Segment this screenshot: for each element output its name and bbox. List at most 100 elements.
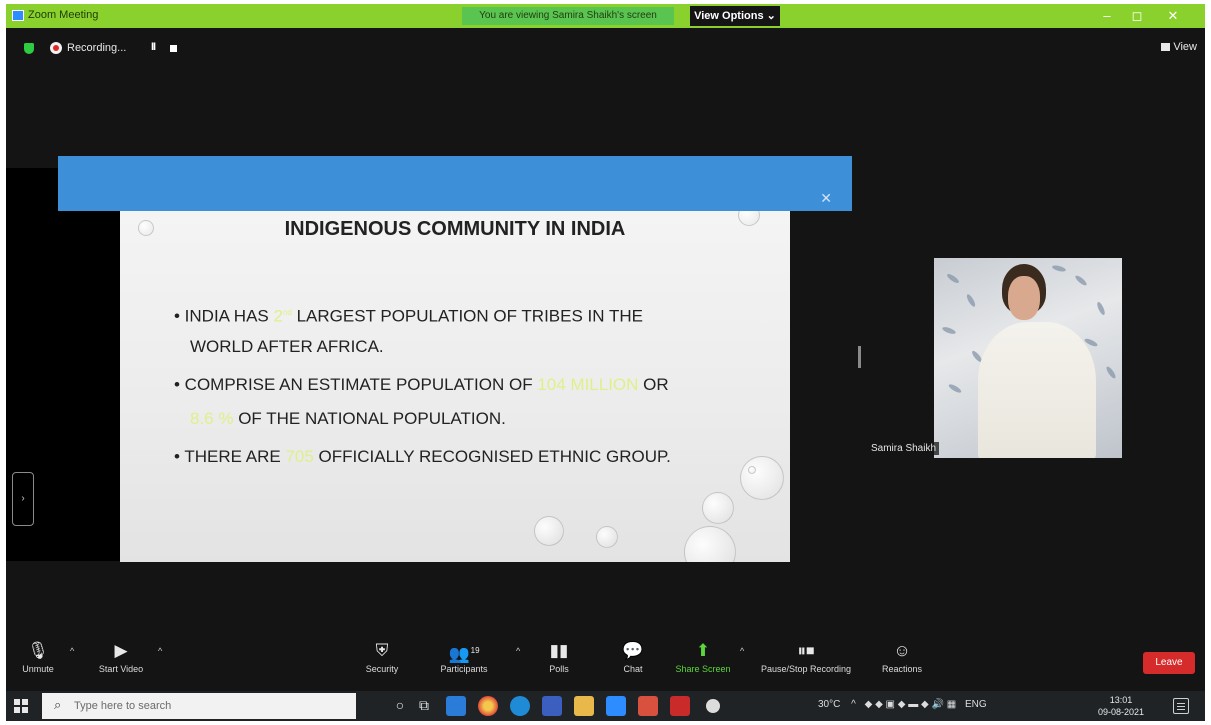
video-options-caret[interactable]: ^ <box>158 646 162 656</box>
highlight-text: 705 <box>285 447 314 466</box>
participants-button[interactable]: 👥19 Participants ^ <box>430 640 520 674</box>
bullet-text: OR <box>638 375 669 394</box>
taskbar-app-icon[interactable] <box>446 696 466 716</box>
water-drop-decoration <box>702 492 734 524</box>
side-panel-toggle[interactable]: › <box>12 472 34 526</box>
photos-icon[interactable] <box>638 696 658 716</box>
pause-recording-icon[interactable]: II <box>151 41 156 53</box>
unmute-button[interactable]: 🎙 Unmute ^ <box>10 640 74 674</box>
bullet-india-tribes: • INDIA HAS 2nd LARGEST POPULATION OF TR… <box>174 296 643 334</box>
water-drop-decoration <box>748 466 756 474</box>
chrome-icon[interactable] <box>478 696 498 716</box>
bullet-india-tribes-line2: WORLD AFTER AFRICA. <box>190 337 384 356</box>
edge-icon[interactable] <box>510 696 530 716</box>
language-indicator[interactable]: ENG <box>965 699 987 710</box>
taskbar-search-box[interactable]: ⌕ Type here to search <box>42 693 356 719</box>
recording-bar: Recording... II View <box>6 38 1205 60</box>
close-icon[interactable]: ✕ <box>820 190 832 207</box>
participant-video[interactable] <box>934 258 1122 458</box>
reactions-label: Reactions <box>881 664 923 674</box>
water-drop-decoration <box>596 526 618 548</box>
polls-button[interactable]: ▮▮ Polls <box>534 640 584 674</box>
minimize-button[interactable]: – <box>1092 6 1122 26</box>
chat-icon: 💬 <box>622 641 644 660</box>
view-button[interactable]: View <box>1161 41 1197 53</box>
person-body <box>978 322 1096 458</box>
chevron-down-icon: ⌄ <box>766 10 776 22</box>
share-screen-button[interactable]: ⬆ Share Screen ^ <box>670 640 744 674</box>
participant-name-label: Samira Shaikh <box>868 442 940 455</box>
zoom-app-icon <box>12 10 24 21</box>
bullet-text: • INDIA HAS <box>174 306 274 326</box>
task-view-icon[interactable]: ⧉ <box>414 697 434 714</box>
notification-center-icon[interactable] <box>1173 698 1189 714</box>
cortana-icon[interactable]: ○ <box>390 697 410 713</box>
leave-button[interactable]: Leave <box>1143 652 1195 674</box>
highlight-text: 8.6 % <box>190 409 234 428</box>
meeting-controls: 🎙 Unmute ^ ▶ Start Video ^ ⛨ Security 👥1… <box>6 638 1205 688</box>
encryption-shield-icon <box>24 43 34 54</box>
close-button[interactable]: ✕ <box>1158 6 1188 26</box>
wallpaper-pattern <box>965 293 977 308</box>
mic-muted-icon: 🎙 <box>27 641 49 660</box>
pdf-reader-icon[interactable] <box>670 696 690 716</box>
search-icon: ⌕ <box>54 697 62 712</box>
security-button[interactable]: ⛨ Security <box>352 640 412 674</box>
clock-date: 09-08-2021 <box>1098 707 1145 717</box>
tray-expand-icon[interactable]: ^ <box>851 699 856 710</box>
pause-stop-recording-button[interactable]: ⏸⏹ Pause/Stop Recording <box>754 640 858 674</box>
people-icon: 👥19 <box>448 644 480 664</box>
poll-icon: ▮▮ <box>549 641 569 660</box>
view-options-button[interactable]: View Options ⌄ <box>690 6 780 26</box>
chat-button[interactable]: 💬 Chat <box>610 640 656 674</box>
stop-recording-icon[interactable] <box>170 45 177 52</box>
pause-stop-recording-label: Pause/Stop Recording <box>760 664 852 674</box>
maximize-button[interactable]: ◻ <box>1122 6 1152 26</box>
weather-icon[interactable] <box>706 699 720 713</box>
participants-label: Participants <box>440 664 488 674</box>
title-bar: Zoom Meeting You are viewing Samira Shai… <box>6 4 1205 28</box>
participants-count: 19 <box>470 646 480 655</box>
shared-slide: INDIGENOUS COMMUNITY IN INDIA • INDIA HA… <box>120 210 790 562</box>
share-options-caret[interactable]: ^ <box>740 646 744 656</box>
unmute-label: Unmute <box>22 664 54 674</box>
taskbar-clock[interactable]: 13:01 09-08-2021 <box>1098 694 1144 718</box>
bullet-text: LARGEST POPULATION OF TRIBES IN THE <box>291 306 643 326</box>
bullet-text: • COMPRISE AN ESTIMATE POPULATION OF <box>174 375 538 394</box>
start-video-button[interactable]: ▶ Start Video ^ <box>88 640 162 674</box>
file-explorer-icon[interactable] <box>574 696 594 716</box>
water-drop-decoration <box>684 526 736 562</box>
recording-icon <box>50 42 62 54</box>
windows-start-button[interactable] <box>14 699 28 713</box>
clock-time: 13:01 <box>1109 695 1133 705</box>
reactions-button[interactable]: ☺ Reactions <box>874 640 930 674</box>
resize-handle[interactable] <box>858 346 861 368</box>
person-face <box>1008 276 1040 320</box>
wallpaper-pattern <box>941 325 957 336</box>
smiley-icon: ☺ <box>893 641 911 660</box>
bullet-text: OF THE NATIONAL POPULATION. <box>233 409 506 428</box>
tray-icons[interactable]: ◆ ◆ ▣ ◆ ▬ ◆ 🔊 ▦ <box>865 699 957 710</box>
wallpaper-pattern <box>945 272 961 285</box>
zoom-taskbar-icon[interactable] <box>606 696 626 716</box>
bullet-ethnic-groups: • THERE ARE 705 OFFICIALLY RECOGNISED ET… <box>174 440 671 474</box>
share-screen-icon: ⬆ <box>695 641 711 660</box>
audio-options-caret[interactable]: ^ <box>70 646 74 656</box>
chat-label: Chat <box>623 664 643 674</box>
weather-temperature[interactable]: 30°C <box>818 699 840 710</box>
polls-label: Polls <box>549 664 569 674</box>
wallpaper-pattern <box>1095 301 1107 316</box>
participants-options-caret[interactable]: ^ <box>516 646 520 656</box>
highlight-text: 104 MILLION <box>537 375 639 394</box>
start-video-label: Start Video <box>98 664 144 674</box>
water-drop-decoration <box>534 516 564 546</box>
store-icon[interactable] <box>542 696 562 716</box>
highlight-text: 2 <box>273 306 283 326</box>
viewing-screen-banner: You are viewing Samira Shaikh's screen <box>462 7 674 25</box>
bullet-population-estimate: • COMPRISE AN ESTIMATE POPULATION OF 104… <box>174 368 669 402</box>
slide-notification-bar: ✕ <box>58 156 852 211</box>
wallpaper-pattern <box>1051 264 1067 273</box>
superscript-text: nd <box>282 308 292 317</box>
share-screen-label: Share Screen <box>675 664 731 674</box>
wallpaper-pattern <box>1104 365 1118 380</box>
